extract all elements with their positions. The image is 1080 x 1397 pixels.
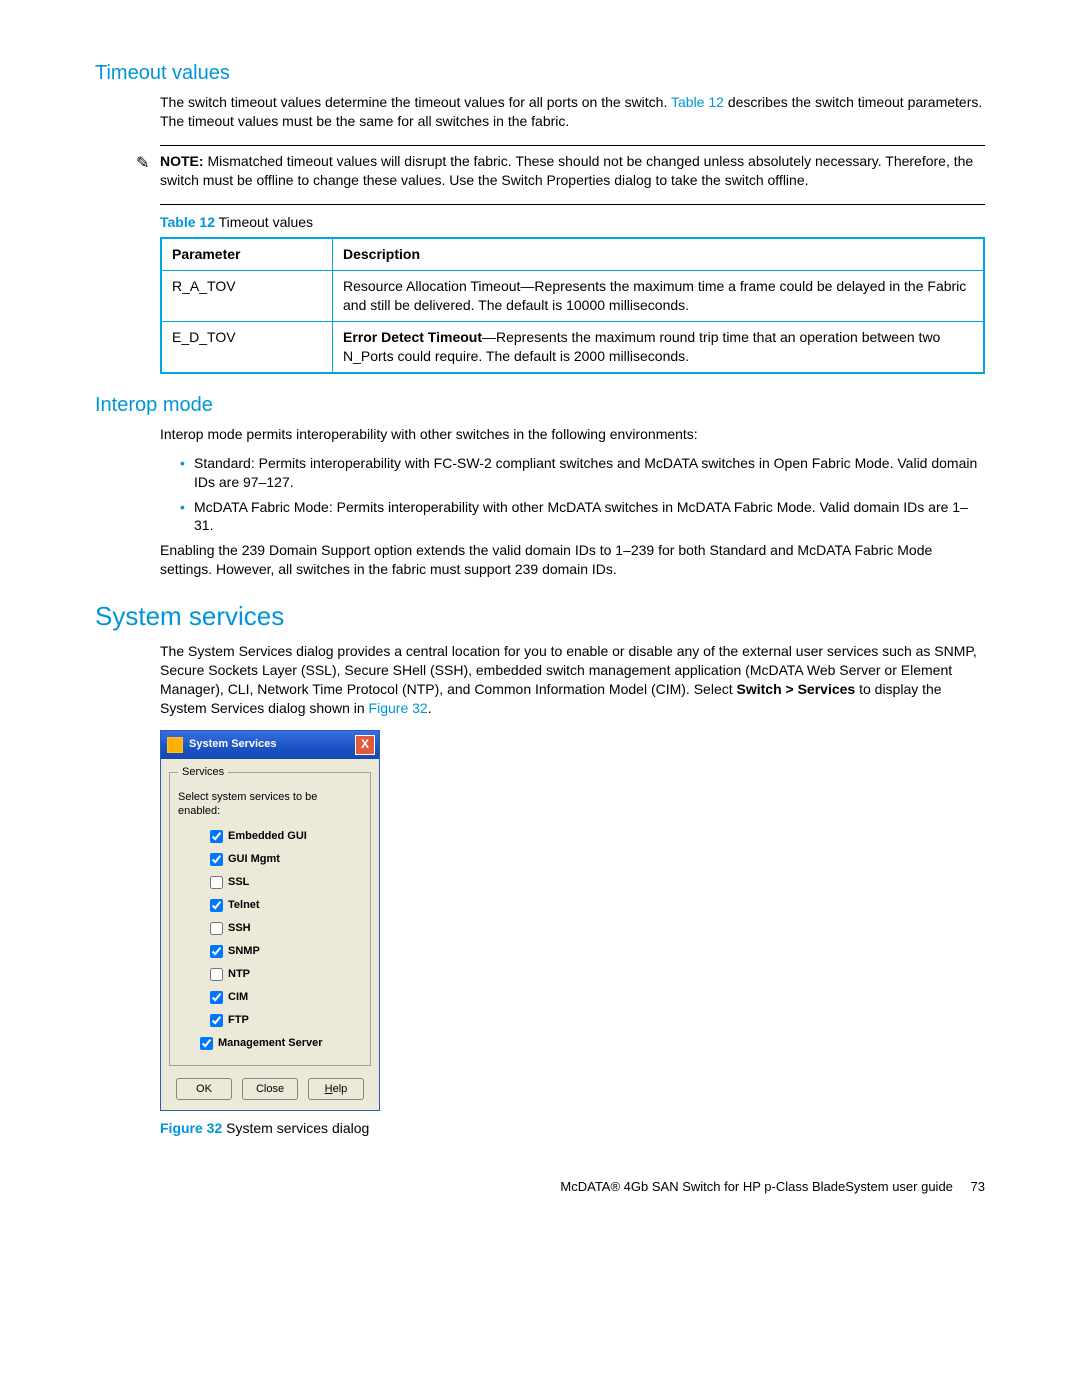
checkbox[interactable]: [210, 945, 223, 958]
figure-caption-text: System services dialog: [222, 1120, 369, 1136]
checkbox-ssl[interactable]: SSL: [206, 873, 362, 892]
list-item: Standard: Permits interoperability with …: [180, 454, 985, 492]
divider: [160, 204, 985, 205]
text: The switch timeout values determine the …: [160, 94, 671, 110]
note-block: ✎ NOTE: Mismatched timeout values will d…: [160, 152, 985, 190]
heading-timeout-values: Timeout values: [95, 60, 985, 87]
services-fieldset: Services Select system services to be en…: [169, 765, 371, 1067]
heading-interop-mode: Interop mode: [95, 392, 985, 419]
checkbox[interactable]: [210, 991, 223, 1004]
checkbox-label: FTP: [228, 1013, 249, 1028]
table-row: R_A_TOV Resource Allocation Timeout—Repr…: [161, 271, 984, 322]
checkbox-ntp[interactable]: NTP: [206, 965, 362, 984]
cell-bold: Error Detect Timeout: [343, 329, 482, 345]
app-icon: [167, 737, 183, 753]
services-prompt: Select system services to be enabled:: [178, 790, 362, 820]
list-item: McDATA Fabric Mode: Permits interoperabi…: [180, 498, 985, 536]
interop-tail: Enabling the 239 Domain Support option e…: [160, 541, 985, 579]
col-description: Description: [333, 238, 985, 270]
link-figure-32[interactable]: Figure 32: [369, 700, 428, 716]
page-footer: McDATA® 4Gb SAN Switch for HP p-Class Bl…: [95, 1178, 985, 1196]
checkbox[interactable]: [200, 1037, 213, 1050]
cell-param: R_A_TOV: [161, 271, 333, 322]
interop-intro: Interop mode permits interoperability wi…: [160, 425, 985, 444]
table-12-caption: Table 12 Timeout values: [160, 213, 985, 232]
checkbox-label: Embedded GUI: [228, 829, 307, 844]
table-row: E_D_TOV Error Detect Timeout—Represents …: [161, 322, 984, 373]
menu-path: Switch > Services: [737, 681, 856, 697]
checkbox-embedded-gui[interactable]: Embedded GUI: [206, 827, 362, 846]
checkbox-label: SNMP: [228, 944, 260, 959]
divider: [160, 145, 985, 146]
table-title: Timeout values: [215, 214, 313, 230]
checkbox[interactable]: [210, 853, 223, 866]
checkbox-label: GUI Mgmt: [228, 852, 280, 867]
interop-bullet-list: Standard: Permits interoperability with …: [160, 454, 985, 536]
dialog-titlebar: System Services X: [161, 731, 379, 759]
checkbox[interactable]: [210, 922, 223, 935]
dialog-title: System Services: [189, 737, 355, 752]
checkbox[interactable]: [210, 968, 223, 981]
cell-param: E_D_TOV: [161, 322, 333, 373]
table-label: Table 12: [160, 214, 215, 230]
checkbox-label: Telnet: [228, 898, 260, 913]
timeout-intro: The switch timeout values determine the …: [160, 93, 985, 131]
checkbox[interactable]: [210, 1014, 223, 1027]
ok-button[interactable]: OK: [176, 1078, 232, 1100]
cell-desc: Error Detect Timeout—Represents the maxi…: [333, 322, 985, 373]
page-number: 73: [971, 1179, 985, 1194]
system-services-para: The System Services dialog provides a ce…: [160, 642, 985, 718]
note-text: Mismatched timeout values will disrupt t…: [160, 153, 973, 188]
figure-label: Figure 32: [160, 1120, 222, 1136]
checkbox[interactable]: [210, 876, 223, 889]
checkbox[interactable]: [210, 830, 223, 843]
help-button[interactable]: Help: [308, 1078, 364, 1100]
close-button[interactable]: Close: [242, 1078, 298, 1100]
checkbox-label: SSL: [228, 875, 249, 890]
note-icon: ✎: [136, 153, 149, 175]
checkbox-gui-mgmt[interactable]: GUI Mgmt: [206, 850, 362, 869]
text: .: [428, 700, 432, 716]
checkbox-cim[interactable]: CIM: [206, 988, 362, 1007]
checkbox-label: SSH: [228, 921, 251, 936]
help-mnemonic: H: [325, 1083, 333, 1095]
checkbox-label: NTP: [228, 967, 250, 982]
close-icon[interactable]: X: [355, 735, 375, 755]
table-header-row: Parameter Description: [161, 238, 984, 270]
note-label: NOTE:: [160, 153, 204, 169]
checkbox-telnet[interactable]: Telnet: [206, 896, 362, 915]
checkbox-label: CIM: [228, 990, 248, 1005]
checkbox-ssh[interactable]: SSH: [206, 919, 362, 938]
checkbox-management-server[interactable]: Management Server: [196, 1034, 362, 1053]
services-legend: Services: [178, 765, 228, 780]
link-table-12[interactable]: Table 12: [671, 94, 724, 110]
checkbox-ftp[interactable]: FTP: [206, 1011, 362, 1030]
checkbox-snmp[interactable]: SNMP: [206, 942, 362, 961]
system-services-dialog: System Services X Services Select system…: [160, 730, 380, 1112]
checkbox-label: Management Server: [218, 1036, 323, 1051]
cell-desc: Resource Allocation Timeout—Represents t…: [333, 271, 985, 322]
footer-text: McDATA® 4Gb SAN Switch for HP p-Class Bl…: [560, 1179, 953, 1194]
col-parameter: Parameter: [161, 238, 333, 270]
table-timeout-values: Parameter Description R_A_TOV Resource A…: [160, 237, 985, 373]
checkbox[interactable]: [210, 899, 223, 912]
heading-system-services: System services: [95, 599, 985, 634]
figure-32-caption: Figure 32 System services dialog: [160, 1119, 985, 1138]
